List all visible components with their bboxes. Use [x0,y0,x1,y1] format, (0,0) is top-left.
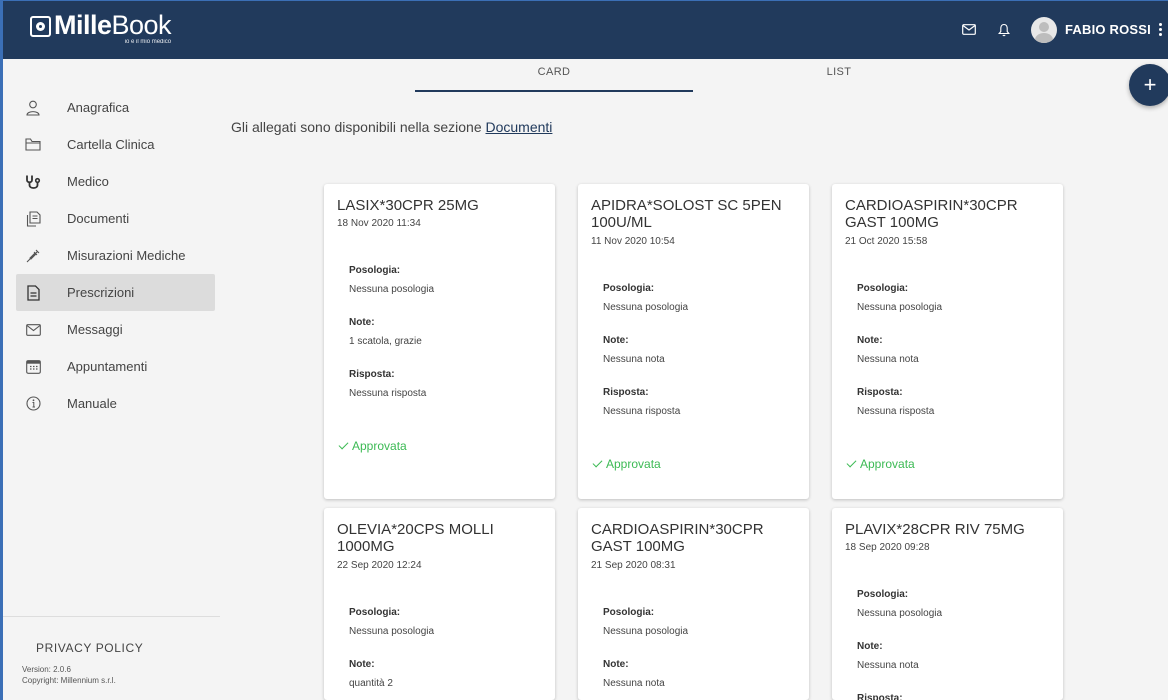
bell-icon[interactable] [996,22,1012,38]
risposta-value: Nessuna risposta [857,406,935,417]
risposta-value: Nessuna risposta [603,406,681,417]
risposta-label: Risposta: [857,387,903,398]
posologia-value: Nessuna posologia [857,302,943,313]
card-date: 21 Sep 2020 08:31 [591,560,676,571]
card-date: 11 Nov 2020 10:54 [591,236,675,247]
person-icon [25,100,41,116]
check-icon [846,457,857,468]
prescription-card[interactable]: OLEVIA*20CPS MOLLI 1000MG 22 Sep 2020 12… [324,508,555,700]
plus-icon: + [1143,72,1157,97]
status-badge: Approvata [592,457,661,471]
posologia-value: Nessuna posologia [603,626,689,637]
risposta-label: Risposta: [349,369,395,380]
posologia-value: Nessuna posologia [857,608,943,619]
sidebar-item-prescrizioni[interactable]: Prescrizioni [16,274,215,311]
posologia-label: Posologia: [857,589,909,600]
sidebar-item-manuale[interactable]: Manuale [16,385,215,422]
sidebar-item-misurazioni-mediche[interactable]: Misurazioni Mediche [16,237,215,274]
millebook-logo[interactable]: MilleBook io e il mio medico [30,12,172,46]
note-value: Nessuna nota [857,354,919,365]
info-icon [25,396,41,412]
risposta-value: Nessuna risposta [349,388,427,399]
avatar[interactable] [1031,16,1057,43]
posologia-value: Nessuna posologia [349,284,435,295]
note-label: Note: [603,335,629,346]
posologia-label: Posologia: [349,265,401,276]
sidebar-footer: PRIVACY POLICY Version: 2.0.6 Copyright:… [3,616,220,685]
card-title: APIDRA*SOLOST SC 5PEN 100U/ML [591,197,782,231]
prescription-card[interactable]: PLAVIX*28CPR RIV 75MG 18 Sep 2020 09:28 … [832,508,1063,700]
active-tab-indicator [415,90,693,92]
check-icon [338,439,349,450]
mail-icon[interactable] [961,22,977,38]
card-date: 21 Oct 2020 15:58 [845,236,928,247]
card-title: LASIX*30CPR 25MG [337,197,479,214]
attachments-info: Gli allegati sono disponibili nella sezi… [231,119,553,135]
mail-icon [25,322,41,338]
note-value: Nessuna nota [603,354,665,365]
user-name[interactable]: FABIO ROSSI [1065,22,1151,37]
card-title: OLEVIA*20CPS MOLLI 1000MG [337,521,494,555]
prescription-card[interactable]: CARDIOASPIRIN*30CPR GAST 100MG 21 Sep 20… [578,508,809,700]
note-label: Note: [349,317,375,328]
tab-card[interactable]: CARD [415,66,693,78]
more-menu-icon[interactable] [1159,23,1162,36]
note-value: Nessuna nota [603,678,665,689]
calendar-icon [25,359,41,375]
posologia-label: Posologia: [603,283,655,294]
card-title: PLAVIX*28CPR RIV 75MG [845,521,1025,538]
syringe-icon [25,248,41,264]
risposta-label: Risposta: [603,387,649,398]
card-date: 22 Sep 2020 12:24 [337,560,422,571]
note-label: Note: [603,659,629,670]
note-value: Nessuna nota [857,660,919,671]
note-label: Note: [857,641,883,652]
prescription-card[interactable]: CARDIOASPIRIN*30CPR GAST 100MG 21 Oct 20… [832,184,1063,499]
sidebar-item-documenti[interactable]: Documenti [16,200,215,237]
note-label: Note: [349,659,375,670]
card-title: CARDIOASPIRIN*30CPR GAST 100MG [591,521,764,555]
sidebar: Anagrafica Cartella Clinica Medico Docum… [3,59,220,700]
sidebar-item-anagrafica[interactable]: Anagrafica [16,89,215,126]
documents-icon [25,210,41,227]
tab-list[interactable]: LIST [700,66,978,78]
version-info: Version: 2.0.6 Copyright: Millennium s.r… [22,665,116,685]
card-date: 18 Sep 2020 09:28 [845,542,930,553]
note-value: 1 scatola, grazie [349,336,422,347]
sidebar-item-appuntamenti[interactable]: Appuntamenti [16,348,215,385]
add-prescription-button[interactable]: + [1129,64,1168,106]
posologia-label: Posologia: [349,607,401,618]
folder-icon [25,137,41,153]
card-date: 18 Nov 2020 11:34 [337,218,421,229]
risposta-label: Risposta: [857,693,903,700]
status-badge: Approvata [846,457,915,471]
posologia-label: Posologia: [603,607,655,618]
sidebar-item-cartella-clinica[interactable]: Cartella Clinica [16,126,215,163]
card-title: CARDIOASPIRIN*30CPR GAST 100MG [845,197,1018,231]
documenti-link[interactable]: Documenti [486,119,553,135]
sidebar-item-messaggi[interactable]: Messaggi [16,311,215,348]
note-label: Note: [857,335,883,346]
posologia-value: Nessuna posologia [349,626,435,637]
stethoscope-icon [25,174,41,190]
check-icon [592,457,603,468]
status-badge: Approvata [338,439,407,453]
top-app-bar: MilleBook io e il mio medico FABIO ROSSI [0,0,1168,59]
logo-icon [30,16,51,37]
sidebar-item-medico[interactable]: Medico [16,163,215,200]
posologia-label: Posologia: [857,283,909,294]
prescription-card[interactable]: LASIX*30CPR 25MG 18 Nov 2020 11:34 Posol… [324,184,555,499]
note-value: quantità 2 [349,678,393,689]
posologia-value: Nessuna posologia [603,302,689,313]
prescription-icon [25,284,41,301]
privacy-policy-link[interactable]: PRIVACY POLICY [36,641,143,655]
prescription-card[interactable]: APIDRA*SOLOST SC 5PEN 100U/ML 11 Nov 202… [578,184,809,499]
